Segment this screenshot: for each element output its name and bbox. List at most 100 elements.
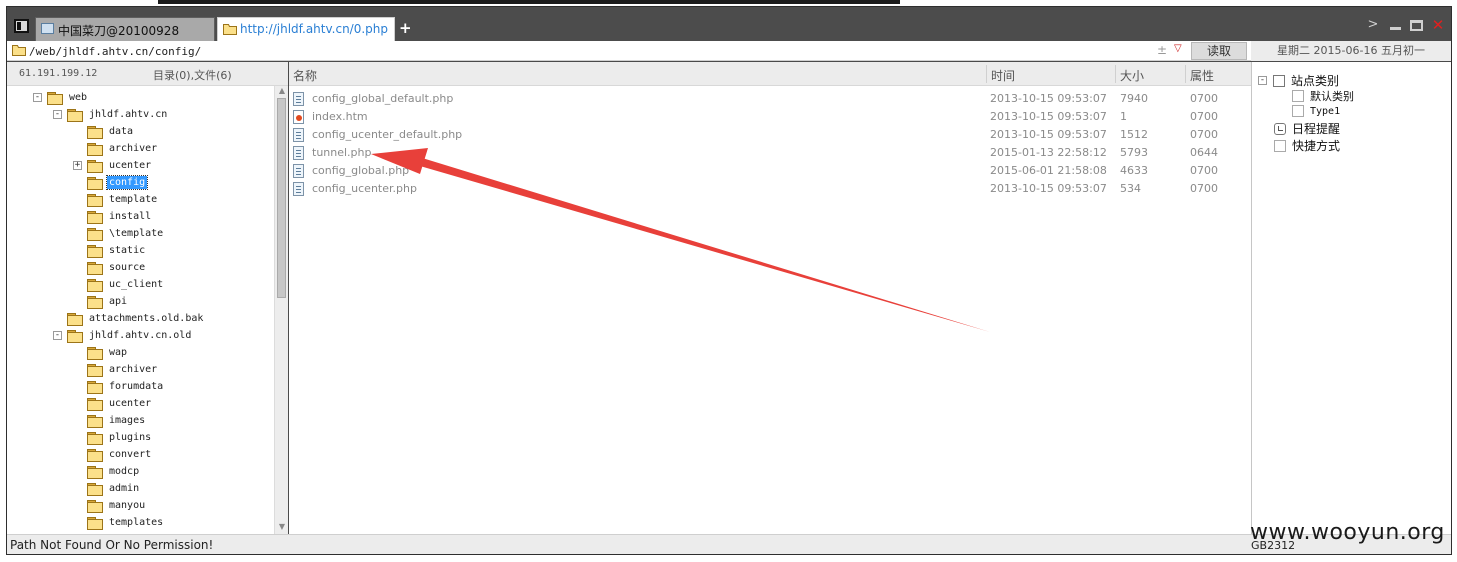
folder-icon	[67, 312, 83, 326]
column-divider[interactable]	[1185, 65, 1186, 83]
collapse-icon[interactable]: -	[33, 93, 42, 102]
tree-node[interactable]: template	[87, 191, 159, 208]
tree-node-label: static	[109, 245, 146, 256]
window-menu-icon[interactable]	[14, 19, 29, 33]
collapse-icon[interactable]: -	[53, 110, 62, 119]
collapse-icon[interactable]: -	[53, 331, 62, 340]
read-button[interactable]: 读取	[1191, 42, 1247, 60]
tab-home[interactable]: 中国菜刀@20100928	[35, 17, 215, 41]
tree-node[interactable]: install	[87, 208, 153, 225]
file-size: 1512	[1120, 128, 1148, 141]
column-name[interactable]: 名称	[293, 67, 317, 84]
bottom-strip	[0, 555, 1457, 562]
tree-node[interactable]: admin	[87, 480, 141, 497]
tree-node[interactable]: \template	[87, 225, 165, 242]
schedule-node[interactable]: 日程提醒	[1274, 120, 1340, 137]
directory-header: 61.191.199.12 目录(0),文件(6)	[7, 62, 288, 86]
chevron-right-icon[interactable]: >	[1366, 18, 1380, 32]
path-input[interactable]	[29, 43, 1189, 59]
plus-minus-icon[interactable]: ±	[1157, 43, 1167, 57]
shortcut-icon	[1274, 139, 1286, 152]
file-row[interactable]: config_global_default.php 2013-10-15 09:5…	[289, 89, 1251, 107]
file-list-header: 名称 时间 大小 属性	[289, 62, 1251, 86]
tree-node[interactable]: ucenter	[87, 157, 153, 174]
tree-node[interactable]: config	[87, 174, 149, 191]
tree-node[interactable]: archiver	[87, 361, 159, 378]
php-file-icon	[293, 164, 304, 178]
tree-node[interactable]: plugins	[87, 429, 153, 446]
tree-node[interactable]: convert	[87, 446, 153, 463]
tree-node-label: \template	[109, 228, 164, 239]
file-name: config_global_default.php	[312, 92, 454, 105]
tree-node-label: ucenter	[109, 160, 152, 171]
folder-icon	[87, 499, 103, 513]
new-tab-button[interactable]: +	[399, 19, 412, 37]
tree-node-label: ucenter	[109, 398, 152, 409]
collapse-icon[interactable]: -	[1258, 76, 1267, 85]
directory-panel: 61.191.199.12 目录(0),文件(6) - web - jhldf.aht…	[7, 62, 288, 534]
scroll-down-icon[interactable]: ▼	[277, 522, 287, 534]
column-divider[interactable]	[1115, 65, 1116, 83]
folder-icon	[47, 91, 63, 105]
tree-node[interactable]: images	[87, 412, 147, 429]
directory-tree: - web - jhldf.ahtv.cn data archiver + ucenter co…	[7, 86, 273, 534]
window-controls: > ✕	[1366, 16, 1445, 34]
column-size[interactable]: 大小	[1120, 67, 1144, 84]
shortcuts-node[interactable]: 快捷方式	[1274, 137, 1340, 154]
site-category-node[interactable]: - 站点类别	[1258, 72, 1339, 89]
scroll-thumb[interactable]	[277, 98, 286, 298]
tree-node-label: archiver	[109, 364, 158, 375]
tree-node[interactable]: wap	[87, 344, 129, 361]
default-category-node[interactable]: 默认类别	[1292, 88, 1354, 104]
php-file-icon	[293, 128, 304, 142]
minimize-button[interactable]	[1388, 18, 1402, 32]
file-row[interactable]: config_global.php 2015-06-01 21:58:08 4633…	[289, 161, 1251, 179]
column-time[interactable]: 时间	[991, 67, 1015, 84]
tree-node[interactable]: forumdata	[87, 378, 165, 395]
tree-node[interactable]: attachments.old.bak	[67, 310, 205, 327]
php-file-icon	[293, 182, 304, 196]
tree-node[interactable]: manyou	[87, 497, 147, 514]
tree-scrollbar[interactable]: ▲ ▼	[274, 86, 288, 534]
tree-node[interactable]: data	[87, 123, 135, 140]
php-file-icon	[293, 146, 304, 160]
file-row[interactable]: index.htm 2013-10-15 09:53:07 1 0700	[289, 107, 1251, 125]
tree-node[interactable]: modcp	[87, 463, 141, 480]
folder-icon	[87, 261, 103, 275]
tab-bar: 中国菜刀@20100928 http://jhldf.ahtv.cn/0.php…	[7, 7, 1451, 41]
tree-node[interactable]: api	[87, 293, 129, 310]
expand-icon[interactable]: +	[73, 161, 82, 170]
tab-site[interactable]: http://jhldf.ahtv.cn/0.php	[217, 17, 395, 41]
shortcuts-label: 快捷方式	[1292, 139, 1341, 153]
file-attr: 0700	[1190, 164, 1218, 177]
status-message: Path Not Found Or No Permission!	[10, 538, 214, 552]
tree-node[interactable]: templates	[87, 514, 165, 531]
column-divider[interactable]	[986, 65, 987, 83]
dir-file-count: 目录(0),文件(6)	[153, 69, 232, 82]
close-button[interactable]: ✕	[1431, 18, 1445, 33]
tree-node[interactable]: web	[47, 89, 89, 106]
folder-icon	[87, 346, 103, 360]
document-icon	[1292, 105, 1304, 117]
tree-node[interactable]: ucenter	[87, 395, 153, 412]
tree-node[interactable]: static	[87, 242, 147, 259]
folder-icon	[87, 431, 103, 445]
type1-node[interactable]: Type1	[1292, 105, 1340, 117]
tree-node-label: convert	[109, 449, 152, 460]
tree-node[interactable]: archiver	[87, 140, 159, 157]
file-row[interactable]: config_ucenter_default.php 2013-10-15 09:…	[289, 125, 1251, 143]
file-row[interactable]: config_ucenter.php 2013-10-15 09:53:07 534…	[289, 179, 1251, 197]
column-attr[interactable]: 属性	[1190, 67, 1214, 84]
file-name: tunnel.php	[312, 146, 372, 159]
tab-site-label: http://jhldf.ahtv.cn/0.php	[240, 22, 389, 36]
address-bar: ± ▽ 读取 星期二 2015-06-16 五月初一	[7, 41, 1451, 61]
date-display: 星期二 2015-06-16 五月初一	[1251, 41, 1451, 61]
tree-node[interactable]: jhldf.ahtv.cn	[67, 106, 169, 123]
tree-node[interactable]: jhldf.ahtv.cn.old	[67, 327, 193, 344]
chevron-down-icon[interactable]: ▽	[1174, 43, 1182, 54]
tree-node[interactable]: source	[87, 259, 147, 276]
scroll-up-icon[interactable]: ▲	[277, 86, 287, 98]
maximize-button[interactable]	[1410, 19, 1423, 31]
file-row[interactable]: tunnel.php 2015-01-13 22:58:12 5793 0644	[289, 143, 1251, 161]
tree-node[interactable]: uc_client	[87, 276, 165, 293]
